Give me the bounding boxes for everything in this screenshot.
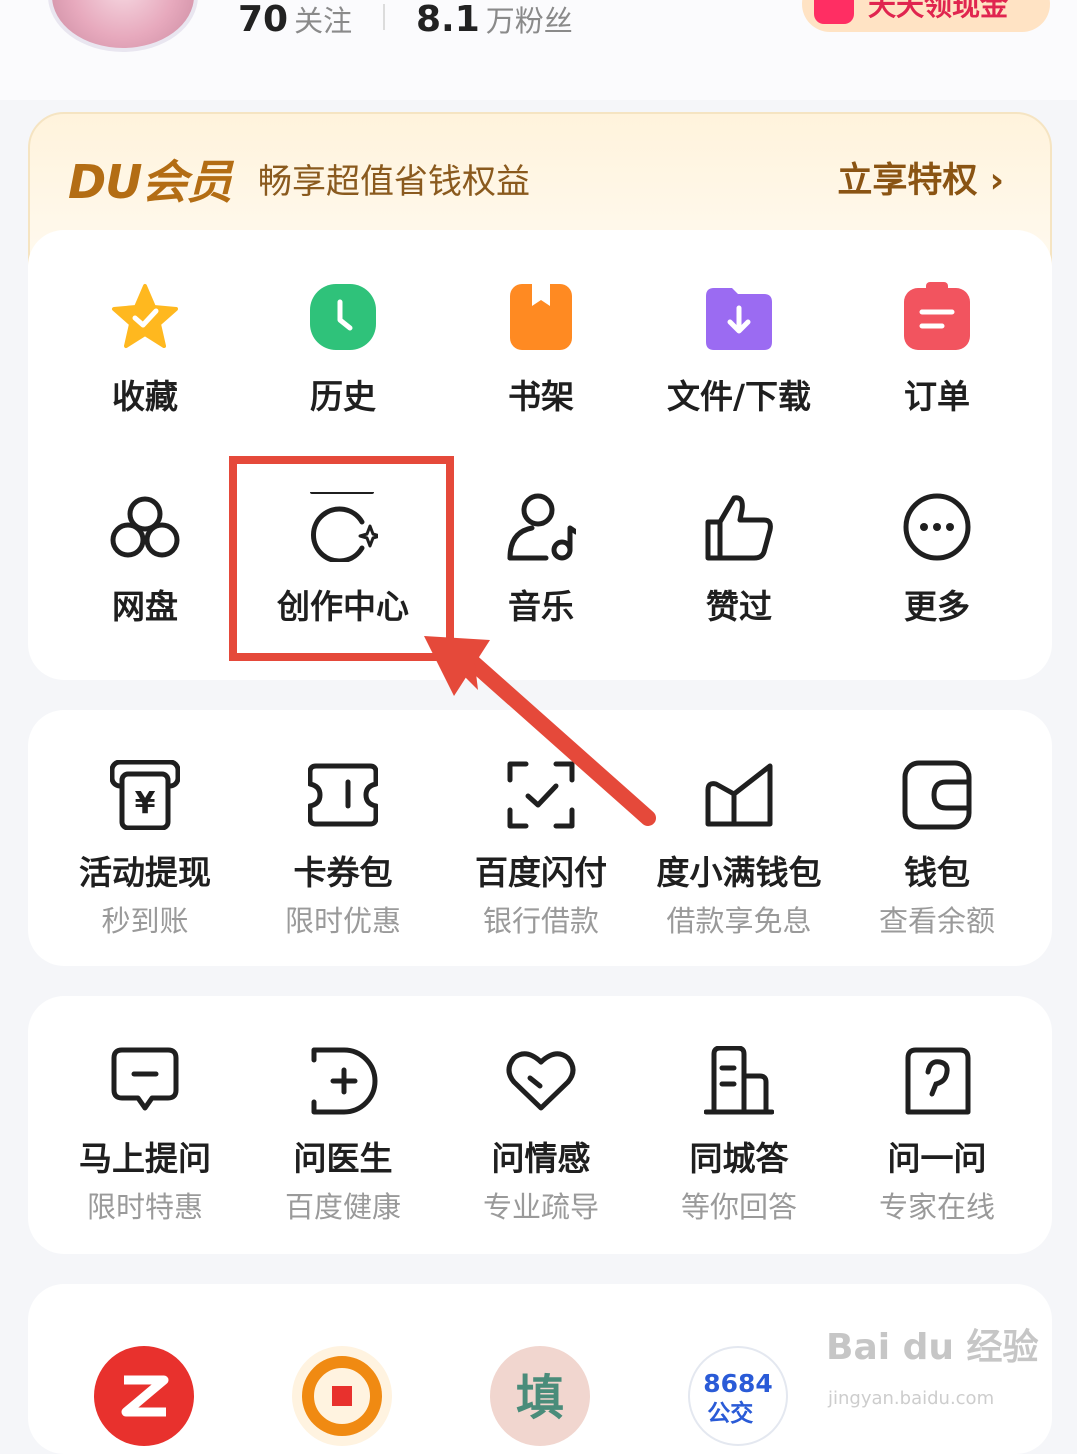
avatar[interactable] [48,0,198,52]
tian-logo-icon: 填 [516,1370,564,1426]
following-stat[interactable]: 70 关注 [238,0,353,40]
finance-card: ¥ 活动提现 秒到账 卡券包 限时优惠 百度闪付 银行借款 度小满钱包 借款享免… [28,710,1052,966]
vip-brand: DU会员 [68,155,233,209]
followers-label: 万粉丝 [485,4,573,38]
following-label: 关注 [294,4,353,38]
cash-withdraw-icon: ¥ [110,760,180,830]
coin-logo-icon [302,1356,382,1436]
svg-text:¥: ¥ [135,786,156,821]
stat-divider [383,4,385,30]
vip-privilege-link[interactable]: 立享特权 › [837,152,1004,203]
services-card: 马上提问 限时特惠 问医生 百度健康 问情感 专业疏导 同城答 等你回答 问一问… [28,996,1052,1254]
zhihu-logo-icon [121,1375,169,1417]
service-sublabel: 专家在线 [878,1190,995,1224]
heart-icon [506,1051,576,1111]
bus-logo-icon: 8684 公交 [703,1369,772,1427]
clock-icon [310,284,376,350]
followers-count: 8.1 [416,0,480,40]
service-label: 问一问 [887,1139,987,1178]
thumbs-up-icon [705,495,773,561]
cloud-drive-icon [110,496,180,558]
baidu-jingyan-watermark: Bai du 经验 [826,1327,1039,1368]
duxiaoman-icon [705,763,773,827]
vip-slogan: 畅享超值省钱权益 [258,162,530,202]
profile-header: 70 关注 8.1 万粉丝 天天领现金 [0,0,1077,100]
order-icon [904,282,970,350]
bookshelf-icon [510,284,572,350]
folder-download-icon [706,288,772,350]
highlight-box [229,456,454,661]
building-icon [704,1046,774,1115]
quick-action-label: 更多 [904,587,970,626]
daily-cash-label: 天天领现金 [868,0,1009,22]
scan-pay-icon [507,761,575,829]
bus-logo-bottom: 公交 [707,1400,753,1427]
watermark-url: jingyan.baidu.com [828,1388,995,1409]
question-icon [905,1047,971,1115]
finance-label: 钱包 [904,853,970,892]
finance-sublabel: 查看余额 [878,904,995,938]
followers-stat[interactable]: 8.1 万粉丝 [416,0,573,40]
following-count: 70 [238,0,289,40]
doctor-icon [311,1047,378,1115]
quick-actions-card: 收藏 历史 书架 文件/下载 订单 网盘 创作中心 音乐 赞过 更多 [28,230,1052,680]
star-icon [112,284,178,348]
bus-logo-top: 8684 [703,1369,772,1398]
coupon-icon [308,763,378,827]
daily-cash-button[interactable]: 天天领现金 [802,0,1050,32]
gift-icon [814,0,854,24]
more-icon [903,493,971,561]
ask-question-icon [111,1047,179,1111]
tian-app-icon[interactable]: 填 [490,1346,590,1446]
tian-logo-text: 填 [516,1370,564,1426]
quick-action-label: 订单 [904,377,970,416]
zhihu-app-icon[interactable] [94,1346,194,1446]
bus-app-icon[interactable]: 8684 公交 [688,1346,788,1446]
baidu-wallet-app-icon[interactable] [292,1346,392,1446]
wallet-icon [902,760,972,830]
music-icon [507,493,576,561]
